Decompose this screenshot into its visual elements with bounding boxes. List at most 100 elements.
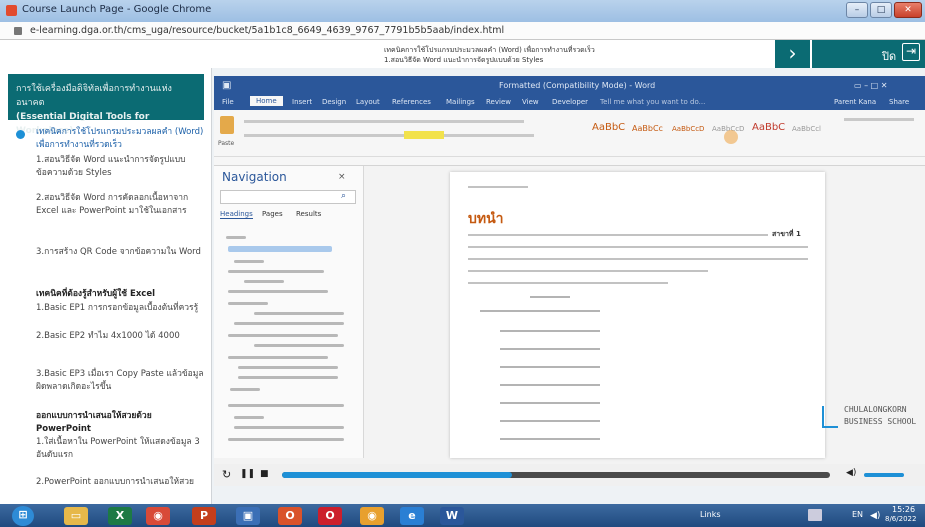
sidebar-heading: การใช้เครื่องมือดิจิทัลเพื่อการทำงานแห่ง… xyxy=(8,74,204,136)
tab-references: References xyxy=(392,98,431,106)
clock-time[interactable]: 15:26 xyxy=(892,505,915,514)
document-page: บทนำ สาขาที่ 1 xyxy=(450,172,825,458)
nav-heading-line xyxy=(228,356,328,359)
volume-icon[interactable]: ◀) xyxy=(846,468,856,478)
stop-icon[interactable]: ■ xyxy=(260,469,269,479)
sidebar-item[interactable]: 1.Basic EP1 การกรอกข้อมูลเบื้องต้นที่ควร… xyxy=(36,302,206,315)
app-icon xyxy=(6,5,17,16)
taskbar-word-icon[interactable]: W xyxy=(440,507,464,525)
sidebar-item[interactable]: 3.Basic EP3 เมื่อเรา Copy Paste แล้วข้อม… xyxy=(36,368,206,394)
taskbar-chrome-icon[interactable]: ◉ xyxy=(146,507,170,525)
nav-heading-line xyxy=(238,376,338,379)
speaker-icon[interactable]: ◀) xyxy=(870,511,880,521)
taskbar-ie-icon[interactable]: e xyxy=(400,507,424,525)
nav-heading-line xyxy=(234,260,264,263)
sidebar-item[interactable]: เทคนิคการใช้โปรแกรมประมวลผลคำ (Word) เพื… xyxy=(36,126,206,152)
window-title: Course Launch Page - Google Chrome xyxy=(22,4,212,15)
navigation-pane: Navigation × ⌕ Headings Pages Results xyxy=(214,166,364,458)
style-normal: AaBbC xyxy=(592,122,626,133)
exit-icon: ⇥ xyxy=(902,43,920,61)
ribbon-divider xyxy=(214,156,925,157)
word-video-frame: ▣ Formatted (Compatibility Mode) - Word … xyxy=(214,76,925,484)
tab-layout: Layout xyxy=(356,98,380,106)
exit-label: ปิด xyxy=(882,50,897,63)
table-row xyxy=(500,384,600,386)
sidebar-section[interactable]: เทคนิคที่ต้องรู้สำหรับผู้ใช้ Excel xyxy=(36,288,206,301)
taskbar-office-icon[interactable]: O xyxy=(278,507,302,525)
nav-heading-line xyxy=(228,334,338,337)
sidebar-item[interactable]: 1.สอนวิธีจัด Word แนะนำการจัดรูปแบบ ข้อค… xyxy=(36,154,206,180)
word-window-controls: ▭ – □ ✕ xyxy=(854,81,888,90)
nav-heading-line xyxy=(226,236,246,239)
chevron-right-icon: › xyxy=(788,41,797,65)
language-indicator[interactable]: EN xyxy=(852,510,863,519)
table-header xyxy=(480,310,600,312)
url-text[interactable]: e-learning.dga.or.th/cms_uga/resource/bu… xyxy=(30,25,504,36)
tab-review: Review xyxy=(486,98,511,106)
nav-tab-headings: Headings xyxy=(220,210,253,219)
sidebar-item[interactable]: 2.PowerPoint ออกแบบการนำเสนอให้สวย xyxy=(36,476,206,489)
nav-heading-line xyxy=(244,280,284,283)
minimize-button[interactable]: – xyxy=(846,2,868,18)
links-toolbar[interactable]: Links xyxy=(700,510,721,519)
course-header-subtitle: 1.สอนวิธีจัด Word แนะนำการจัดรูปแบบด้วย … xyxy=(384,56,544,64)
table-row xyxy=(500,330,600,332)
table-row xyxy=(500,348,600,350)
browser-title-bar: Course Launch Page - Google Chrome – □ ✕ xyxy=(0,0,925,22)
page-header-text xyxy=(468,186,528,188)
video-player-bar: ↻ ❚❚ ■ ◀) xyxy=(214,464,925,486)
close-icon: × xyxy=(338,172,346,182)
sidebar-heading-th: การใช้เครื่องมือดิจิทัลเพื่อการทำงานแห่ง… xyxy=(16,84,172,108)
paste-icon xyxy=(220,116,234,134)
tab-design: Design xyxy=(322,98,347,106)
sidebar-item[interactable]: 3.การสร้าง QR Code จากข้อความใน Word xyxy=(36,246,206,259)
word-ribbon-tabs: File Home Insert Design Layout Reference… xyxy=(214,96,925,110)
taskbar-explorer-icon[interactable]: ▭ xyxy=(64,507,88,525)
next-lesson-button[interactable]: › xyxy=(775,40,810,68)
table-row xyxy=(500,402,600,404)
taskbar-excel-icon[interactable]: X xyxy=(108,507,132,525)
sidebar-item[interactable]: 2.Basic EP2 ทำไม 4x1000 ได้ 4000 xyxy=(36,330,206,343)
tell-me-box: Tell me what you want to do... xyxy=(600,98,706,106)
taskbar-opera-icon[interactable]: O xyxy=(318,507,342,525)
share-button: Share xyxy=(889,98,910,106)
taskbar-app-blue-icon[interactable]: ▣ xyxy=(236,507,260,525)
restart-icon[interactable]: ↻ xyxy=(222,468,231,481)
clock-date[interactable]: 8/6/2022 xyxy=(885,515,916,523)
nav-heading-line xyxy=(254,344,344,347)
nav-heading-line xyxy=(228,302,268,305)
style-subtitle: AaBbCcl xyxy=(792,125,822,133)
site-info-icon[interactable] xyxy=(14,27,22,35)
tab-mailings: Mailings xyxy=(446,98,475,106)
highlight-icon xyxy=(404,131,444,139)
close-button[interactable]: ✕ xyxy=(894,2,922,18)
cursor-highlight xyxy=(724,130,738,144)
exit-button[interactable]: ปิด ⇥ xyxy=(812,40,925,68)
address-bar[interactable]: e-learning.dga.or.th/cms_uga/resource/bu… xyxy=(0,22,925,40)
search-icon: ⌕ xyxy=(341,191,347,201)
pause-icon[interactable]: ❚❚ xyxy=(240,469,255,479)
current-lesson-dot-icon xyxy=(16,130,25,139)
sidebar-item[interactable]: 2.สอนวิธีจัด Word การคัดลอกเนื้อหาจาก Ex… xyxy=(36,192,206,218)
course-sidebar: การใช้เครื่องมือดิจิทัลเพื่อการทำงานแห่ง… xyxy=(0,68,212,504)
taskbar-start-icon[interactable]: ⊞ xyxy=(12,506,34,526)
nav-heading-line xyxy=(228,404,344,407)
sidebar-section[interactable]: ออกแบบการนำเสนอให้สวยด้วย PowerPoint xyxy=(36,410,206,436)
sidebar-item[interactable]: 1.ใส่เนื้อหาใน PowerPoint ให้แสดงข้อมูล … xyxy=(36,436,206,462)
table-row xyxy=(500,366,600,368)
volume-slider[interactable] xyxy=(864,473,904,477)
tab-home: Home xyxy=(250,96,283,106)
body-line xyxy=(468,258,808,260)
nav-heading-line xyxy=(234,416,264,419)
tab-file: File xyxy=(222,98,234,106)
style-heading1: AaBbCcD xyxy=(672,125,705,133)
nav-tab-results: Results xyxy=(296,210,322,218)
tab-developer: Developer xyxy=(552,98,589,106)
maximize-button[interactable]: □ xyxy=(870,2,892,18)
taskbar-chrome2-icon[interactable]: ◉ xyxy=(360,507,384,525)
flag-icon[interactable] xyxy=(808,509,822,521)
logo-mark xyxy=(822,406,838,428)
paste-label: Paste xyxy=(218,140,235,147)
body-line xyxy=(468,246,808,248)
taskbar-powerpoint-red-icon[interactable]: P xyxy=(192,507,216,525)
